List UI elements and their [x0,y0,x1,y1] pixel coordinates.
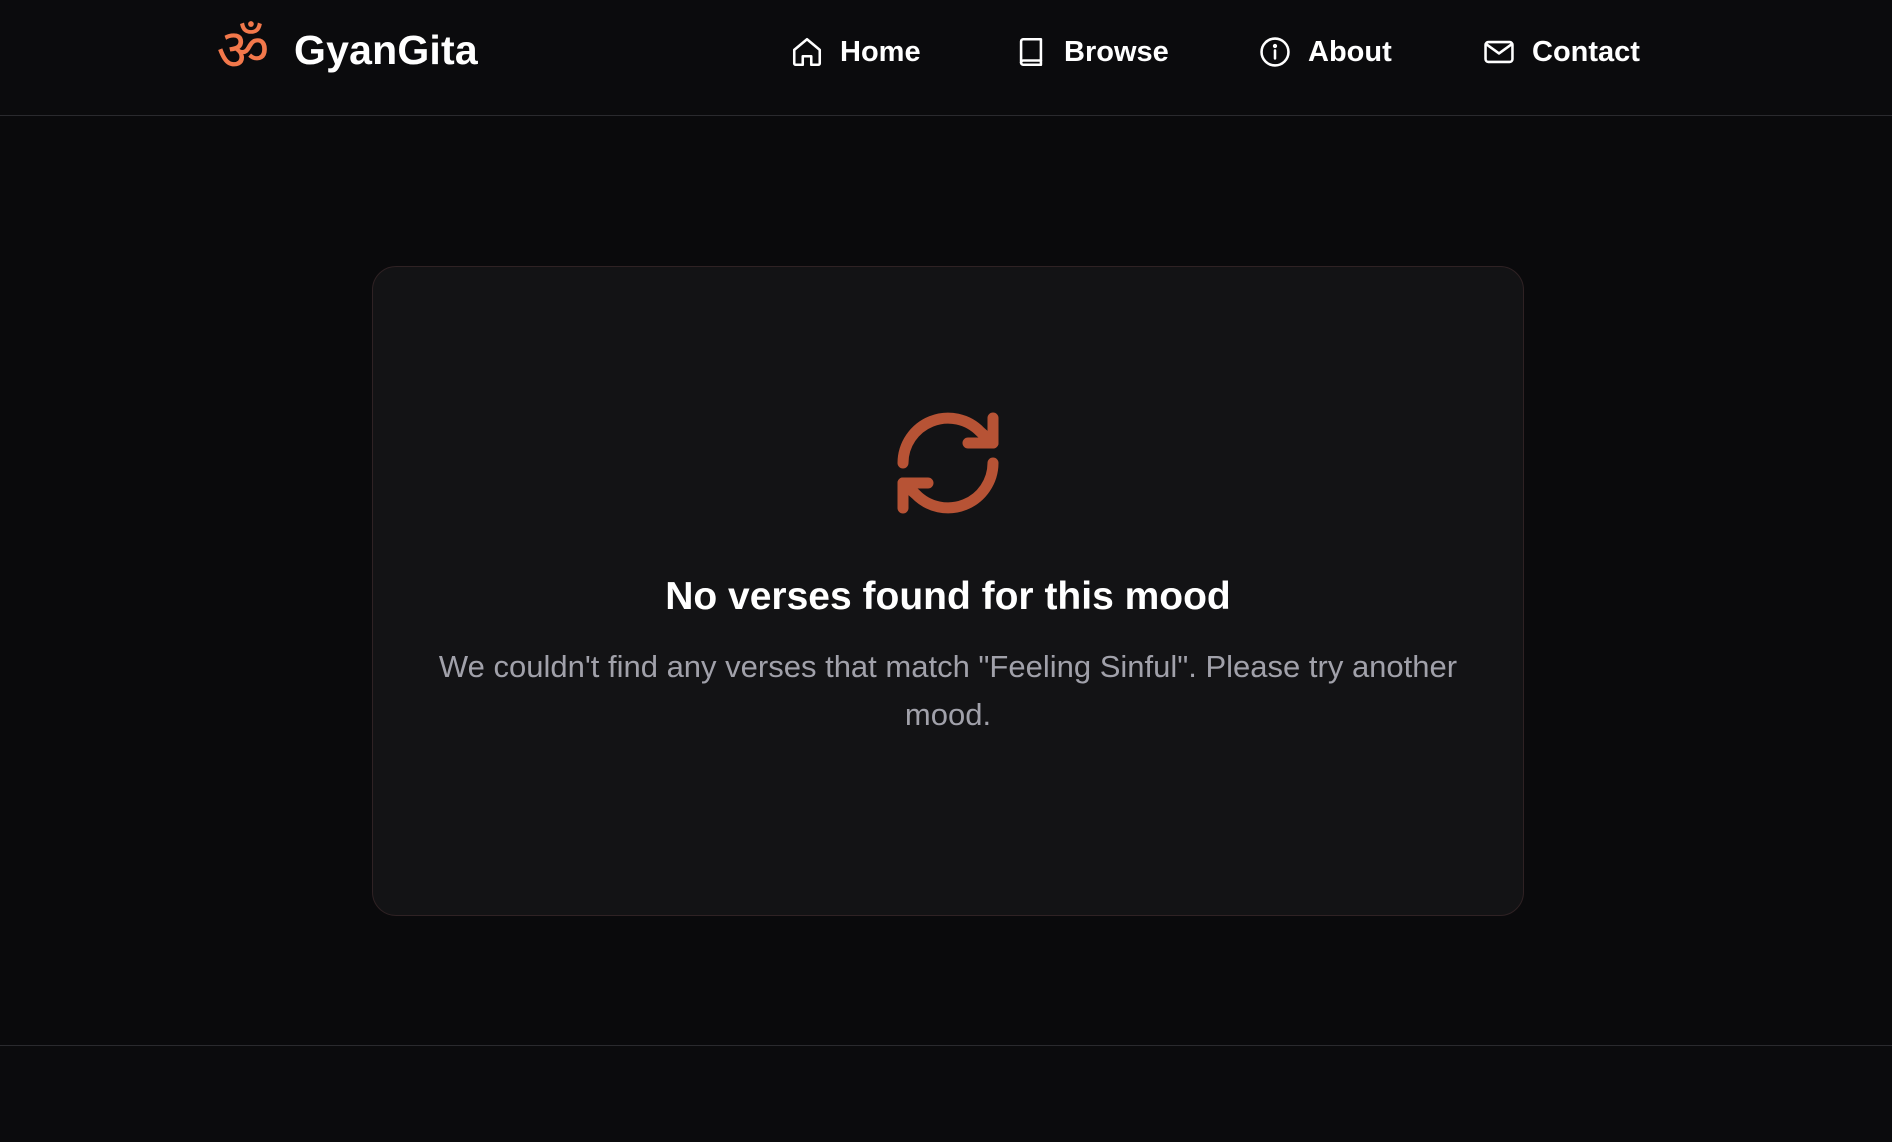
nav-item-label: Contact [1532,35,1640,68]
site-header: ॐ GyanGita Home Browse About Contact [0,0,1892,116]
book-icon [1019,37,1043,67]
page: ॐ GyanGita Home Browse About Contact No … [0,0,1892,1142]
nav-item-label: About [1308,35,1392,68]
main-nav: Home Browse About Contact [0,22,1892,82]
nav-item-browse[interactable]: Browse [1014,22,1169,82]
info-icon [1260,37,1290,67]
nav-item-about[interactable]: About [1258,22,1392,82]
nav-item-label: Browse [1064,35,1169,68]
home-icon [792,37,822,67]
empty-state-title: No verses found for this mood [665,575,1231,618]
empty-state-card: No verses found for this mood We couldn'… [372,266,1524,916]
nav-item-contact[interactable]: Contact [1482,22,1640,82]
empty-state-description: We couldn't find any verses that match "… [438,649,1458,732]
site-footer [0,1045,1892,1142]
nav-item-label: Home [840,35,921,68]
mail-icon [1484,40,1514,64]
nav-item-home[interactable]: Home [790,22,921,82]
refresh-icon [897,412,999,514]
